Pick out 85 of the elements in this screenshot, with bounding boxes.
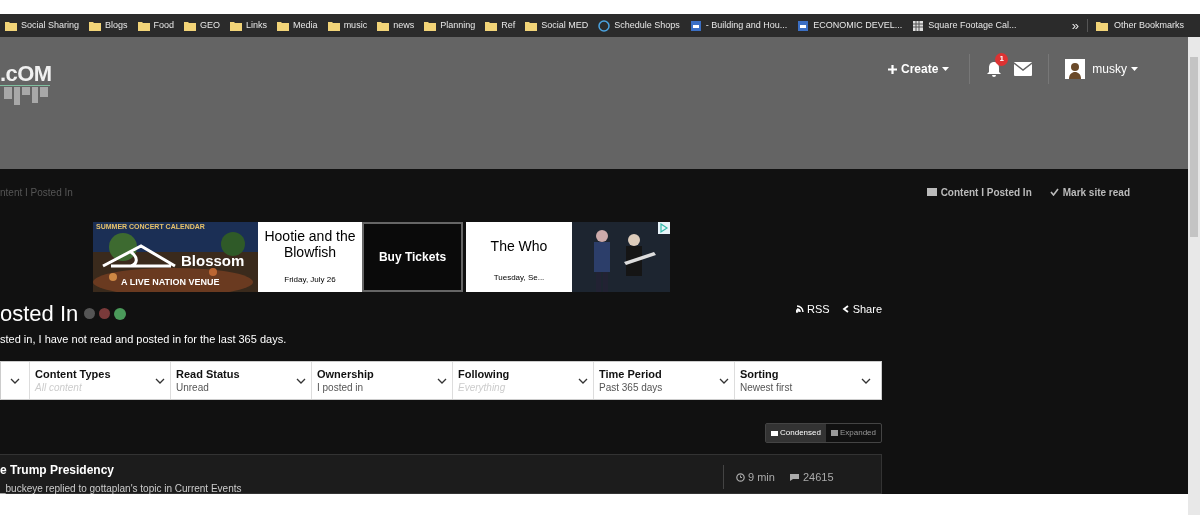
chevron-down-icon xyxy=(10,377,20,384)
share-icon xyxy=(841,304,850,313)
topic-title[interactable]: e Trump Presidency xyxy=(0,461,723,480)
bell-icon[interactable] xyxy=(986,60,1003,78)
bookmark[interactable]: Food xyxy=(132,18,180,33)
reply-count: 24615 xyxy=(788,469,834,486)
content-posted-link[interactable]: Content I Posted In xyxy=(926,184,1032,200)
buy-tickets-button[interactable]: Buy Tickets xyxy=(362,221,463,292)
folder-icon xyxy=(377,20,390,31)
rss-link[interactable]: RSS xyxy=(796,300,830,318)
bookmark[interactable]: Square Footage Cal... xyxy=(907,18,1022,33)
filter-dropdown[interactable]: Ownership I posted in xyxy=(312,362,453,400)
mark-read-link[interactable]: Mark site read xyxy=(1049,184,1130,200)
bookmark[interactable]: Media xyxy=(272,18,323,33)
show-date: Tuesday, Se... xyxy=(493,271,545,284)
bookmark[interactable]: GEO xyxy=(179,18,226,33)
ad-choices-icon[interactable] xyxy=(658,221,670,234)
caret-icon xyxy=(942,67,950,71)
envelope-icon[interactable] xyxy=(1014,62,1033,76)
bookmark[interactable]: Social Sharing xyxy=(0,18,85,33)
folder-icon xyxy=(424,20,437,31)
topic-row[interactable]: e Trump Presidency _buckeye replied to gottaplan's topic in Current Events 9 min 24615 xyxy=(0,454,882,495)
username-menu[interactable]: musky xyxy=(1092,60,1138,78)
globe-icon xyxy=(598,19,611,32)
page-description: sted in, I have not read and posted in for the last 365 days. xyxy=(0,331,288,347)
folder-icon xyxy=(137,20,150,31)
folder-icon xyxy=(277,20,290,31)
share-link[interactable]: Share xyxy=(841,300,882,318)
chevron-down-icon xyxy=(155,377,165,384)
show-title: The Who xyxy=(490,236,548,256)
grid-icon xyxy=(912,19,925,32)
chevron-down-icon xyxy=(719,377,729,384)
view-mode-tab[interactable]: Condensed xyxy=(766,424,826,443)
bookmark[interactable]: Planning xyxy=(419,18,481,33)
show-title: Hootie and the Blowfish xyxy=(263,227,357,260)
create-button[interactable]: Create xyxy=(887,54,971,84)
folder-icon xyxy=(485,20,498,31)
topic-meta: _buckeye replied to gottaplan's topic in Current Events xyxy=(0,482,243,497)
filter-dropdown[interactable]: Time Period Past 365 days xyxy=(594,362,735,400)
scrollbar-thumb[interactable] xyxy=(1190,57,1198,237)
filter-dropdown[interactable]: Sorting Newest first xyxy=(735,362,876,400)
plus-icon xyxy=(887,64,897,74)
folder-icon xyxy=(525,20,538,31)
edit-icon[interactable] xyxy=(84,308,96,320)
bookmark[interactable]: Social MED xyxy=(520,18,594,33)
filter-dropdown[interactable]: Read Status Unread xyxy=(171,362,312,400)
page-icon xyxy=(689,19,702,32)
bookmark[interactable]: Links xyxy=(225,18,273,33)
skyline-icon xyxy=(0,85,50,105)
bookmark[interactable]: music xyxy=(322,18,373,33)
page-title: osted In xyxy=(0,300,79,327)
chevron-down-icon xyxy=(578,377,588,384)
last-reply-time: 9 min xyxy=(736,469,775,486)
page-icon xyxy=(797,19,810,32)
bookmark[interactable]: Blogs xyxy=(84,18,133,33)
card-icon xyxy=(926,188,937,197)
folder-icon xyxy=(327,20,340,31)
site-logo[interactable]: .cOM xyxy=(0,63,52,105)
bookmark[interactable]: news xyxy=(372,18,420,33)
bookmark[interactable]: ECONOMIC DEVEL... xyxy=(792,18,908,33)
bookmark[interactable]: Ref xyxy=(480,18,521,33)
chevron-down-icon xyxy=(296,377,306,384)
folder-icon xyxy=(89,20,102,31)
more-bookmarks-button[interactable]: » xyxy=(1063,15,1087,36)
folder-icon xyxy=(5,20,17,31)
view-mode-tab[interactable]: Expanded xyxy=(825,424,881,443)
venue-tagline: A LIVE NATION VENUE xyxy=(121,276,220,290)
chevron-down-icon xyxy=(437,377,447,384)
caret-icon xyxy=(1131,67,1138,71)
folder-icon xyxy=(1095,20,1108,31)
bookmark[interactable]: Schedule Shops xyxy=(593,18,685,33)
rss-icon xyxy=(796,304,804,313)
speech-bubble-icon xyxy=(788,472,800,482)
approved-icon[interactable] xyxy=(114,307,127,320)
other-bookmarks[interactable]: Other Bookmarks xyxy=(1086,18,1192,33)
chevron-down-icon xyxy=(861,377,871,384)
check-icon xyxy=(1049,188,1059,197)
notification-count: 1 xyxy=(995,52,1009,66)
bookmark[interactable]: - Building and Hou... xyxy=(684,18,793,33)
venue-name: Blossom xyxy=(181,250,245,271)
folder-icon xyxy=(230,20,243,31)
avatar[interactable] xyxy=(1065,59,1086,79)
show-date: Friday, July 26 xyxy=(284,273,336,286)
clock-icon xyxy=(736,472,745,482)
folder-icon xyxy=(184,20,197,31)
